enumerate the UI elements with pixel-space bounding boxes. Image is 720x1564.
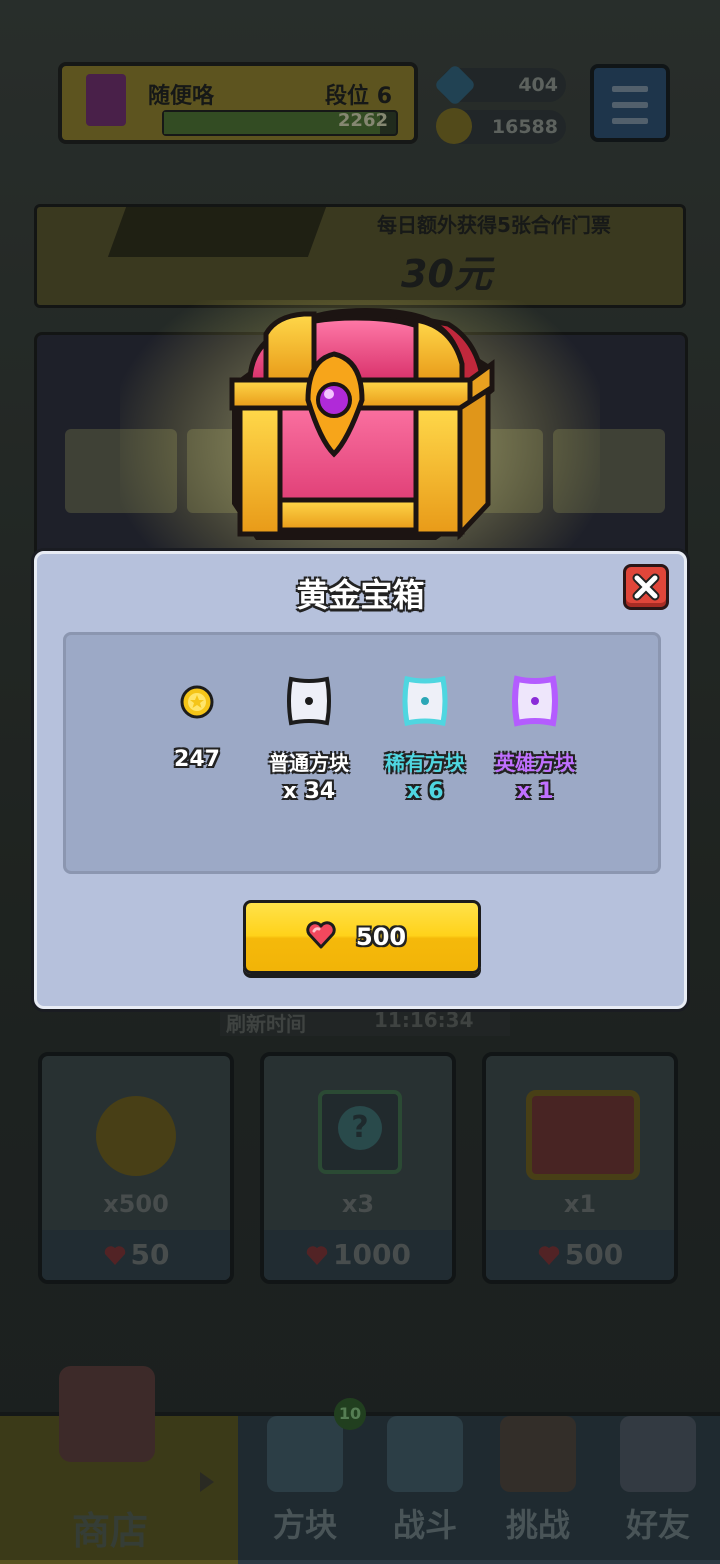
reward-amount: 247: [174, 747, 220, 772]
reward-name: 英雄方块: [495, 751, 575, 775]
reward-amount: x 1: [516, 779, 554, 804]
dialog-title: 黄金宝箱: [296, 576, 425, 614]
close-button[interactable]: [623, 564, 669, 610]
buy-price: 500: [356, 923, 407, 951]
heart-icon: [306, 921, 336, 949]
reward-amount: x 34: [282, 779, 336, 804]
buy-button[interactable]: 500: [243, 900, 481, 974]
reward-amount: x 6: [406, 779, 444, 804]
golden-chest-dialog: 黄金宝箱 247 普通方块 x 34 稀有方块 x 6 英雄方块 x 1 500: [34, 551, 687, 1009]
reward-list: 247 普通方块 x 34 稀有方块 x 6 英雄方块 x 1: [63, 632, 661, 874]
close-icon: [632, 573, 660, 601]
coin-icon: [180, 685, 214, 719]
golden-chest-icon: [229, 308, 495, 541]
reward-name: 普通方块: [269, 751, 349, 775]
rare-block-icon: [402, 675, 448, 727]
epic-block-icon: [512, 675, 558, 727]
common-block-icon: [287, 676, 331, 726]
